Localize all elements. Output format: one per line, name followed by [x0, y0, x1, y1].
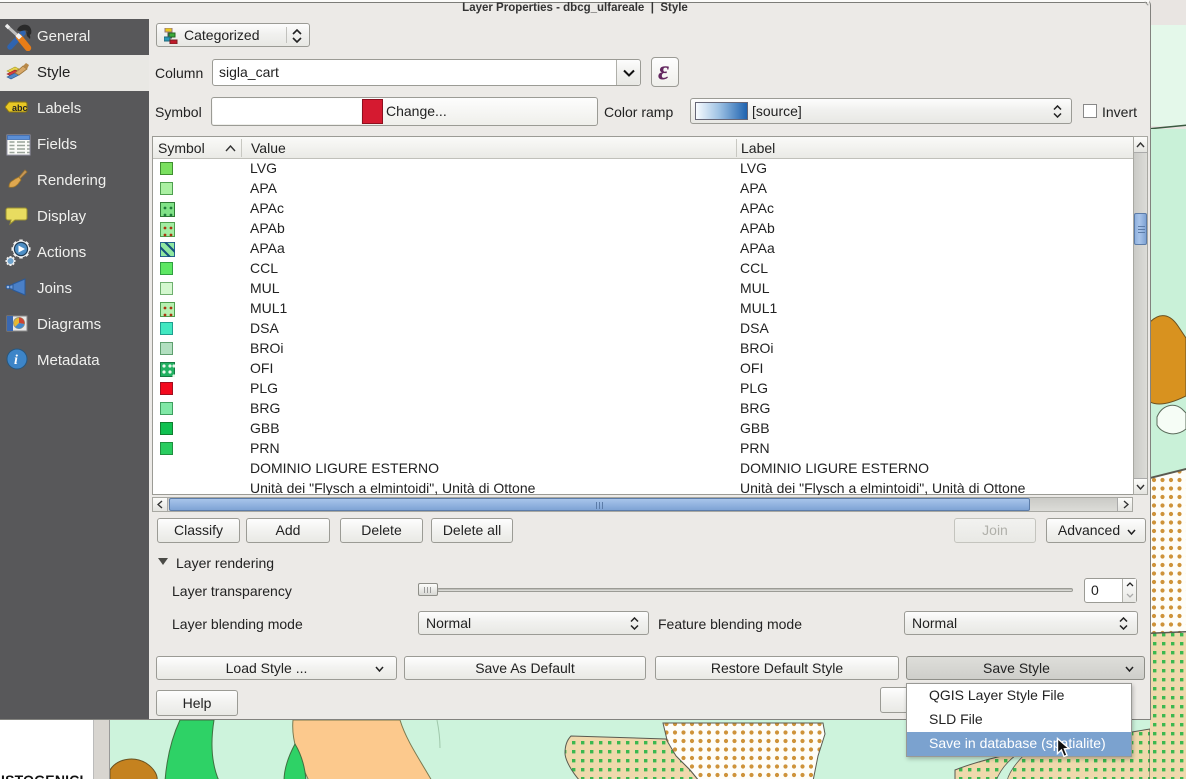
svg-text:abc: abc [12, 103, 28, 113]
svg-text:i: i [14, 353, 18, 368]
